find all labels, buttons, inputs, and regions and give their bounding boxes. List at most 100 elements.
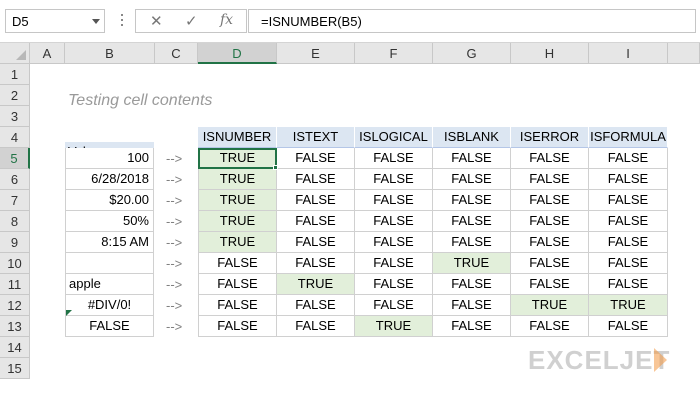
table-cell[interactable]: FALSE [355, 295, 433, 316]
table-cell[interactable]: TRUE [198, 211, 277, 232]
column-header-e[interactable]: E [277, 43, 355, 64]
row-header-1[interactable]: 1 [0, 64, 30, 85]
table-cell[interactable]: FALSE [589, 169, 668, 190]
table-cell[interactable]: FALSE [277, 211, 355, 232]
row-header-11[interactable]: 11 [0, 274, 30, 295]
table-cell[interactable]: FALSE [355, 274, 433, 295]
active-cell[interactable]: TRUE [198, 148, 277, 169]
table-cell[interactable]: FALSE [511, 169, 589, 190]
table-cell[interactable]: FALSE [355, 148, 433, 169]
column-header-f[interactable]: F [355, 43, 433, 64]
column-header-i[interactable]: I [589, 43, 668, 64]
row-header-10[interactable]: 10 [0, 253, 30, 274]
table-cell[interactable]: FALSE [511, 148, 589, 169]
table-cell[interactable]: FALSE [433, 316, 511, 337]
table-cell[interactable]: FALSE [355, 190, 433, 211]
table-header-iserror[interactable]: ISERROR [511, 127, 589, 148]
insert-function-icon[interactable]: fx [220, 12, 233, 28]
table-header-isblank[interactable]: ISBLANK [433, 127, 511, 148]
value-cell[interactable]: #DIV/0! [65, 295, 154, 316]
value-cell[interactable]: 50% [65, 211, 154, 232]
table-cell[interactable]: FALSE [277, 295, 355, 316]
table-header-isnumber[interactable]: ISNUMBER [198, 127, 277, 148]
row-header-12[interactable]: 12 [0, 295, 30, 316]
value-cell[interactable]: apple [65, 274, 154, 295]
name-box[interactable]: D5 [5, 9, 105, 33]
table-cell[interactable]: FALSE [355, 211, 433, 232]
column-header-h[interactable]: H [511, 43, 589, 64]
table-cell[interactable]: FALSE [277, 253, 355, 274]
table-cell[interactable]: TRUE [198, 232, 277, 253]
error-indicator-icon[interactable] [66, 310, 72, 316]
column-header-b[interactable]: B [65, 43, 155, 64]
value-cell[interactable]: 6/28/2018 [65, 169, 154, 190]
table-cell[interactable]: TRUE [198, 169, 277, 190]
table-cell[interactable]: FALSE [511, 190, 589, 211]
row-header-14[interactable]: 14 [0, 337, 30, 358]
table-cell[interactable]: FALSE [277, 169, 355, 190]
table-cell[interactable]: FALSE [511, 316, 589, 337]
table-cell[interactable]: FALSE [198, 253, 277, 274]
table-cell[interactable]: FALSE [589, 274, 668, 295]
enter-check-icon[interactable]: ✓ [185, 12, 198, 30]
table-cell[interactable]: FALSE [511, 253, 589, 274]
table-cell[interactable]: FALSE [511, 232, 589, 253]
table-header-islogical[interactable]: ISLOGICAL [355, 127, 433, 148]
value-cell[interactable]: FALSE [65, 316, 154, 337]
row-header-5[interactable]: 5 [0, 148, 30, 169]
table-cell[interactable]: FALSE [589, 316, 668, 337]
column-header-a[interactable]: A [30, 43, 65, 64]
row-header-2[interactable]: 2 [0, 85, 30, 106]
table-cell[interactable]: FALSE [433, 232, 511, 253]
value-cell[interactable]: 8:15 AM [65, 232, 154, 253]
table-cell[interactable]: FALSE [198, 316, 277, 337]
table-cell[interactable]: FALSE [589, 148, 668, 169]
column-header-c[interactable]: C [155, 43, 198, 64]
table-cell[interactable]: FALSE [433, 148, 511, 169]
table-cell[interactable]: FALSE [198, 295, 277, 316]
chevron-down-icon[interactable] [92, 19, 100, 24]
row-header-7[interactable]: 7 [0, 190, 30, 211]
table-cell[interactable]: FALSE [433, 274, 511, 295]
table-cell[interactable]: FALSE [511, 274, 589, 295]
table-cell[interactable]: FALSE [355, 232, 433, 253]
select-all-button[interactable] [0, 43, 30, 64]
table-cell[interactable]: FALSE [589, 253, 668, 274]
table-cell[interactable]: FALSE [277, 232, 355, 253]
table-cell[interactable]: TRUE [589, 295, 668, 316]
row-header-4[interactable]: 4 [0, 127, 30, 148]
table-cell[interactable]: TRUE [433, 253, 511, 274]
table-cell[interactable]: FALSE [589, 232, 668, 253]
table-cell[interactable]: FALSE [355, 253, 433, 274]
row-header-15[interactable]: 15 [0, 358, 30, 379]
table-cell[interactable]: FALSE [589, 211, 668, 232]
row-header-8[interactable]: 8 [0, 211, 30, 232]
value-cell[interactable] [65, 253, 154, 274]
table-cell[interactable]: FALSE [589, 190, 668, 211]
table-cell[interactable]: FALSE [433, 211, 511, 232]
column-header-d[interactable]: D [198, 43, 277, 64]
fill-handle[interactable] [273, 165, 278, 170]
row-header-6[interactable]: 6 [0, 169, 30, 190]
row-header-3[interactable]: 3 [0, 106, 30, 127]
table-cell[interactable]: FALSE [433, 169, 511, 190]
table-cell[interactable]: TRUE [511, 295, 589, 316]
table-header-isformula[interactable]: ISFORMULA [589, 127, 668, 148]
cancel-x-icon[interactable]: ✕ [150, 12, 163, 30]
value-cell[interactable]: $20.00 [65, 190, 154, 211]
formula-input[interactable]: =ISNUMBER(B5) [248, 9, 696, 33]
table-cell[interactable]: TRUE [277, 274, 355, 295]
drag-handle-icon[interactable] [121, 14, 123, 29]
column-header-g[interactable]: G [433, 43, 511, 64]
value-cell[interactable]: 100 [65, 148, 154, 169]
row-header-13[interactable]: 13 [0, 316, 30, 337]
table-header-istext[interactable]: ISTEXT [277, 127, 355, 148]
table-cell[interactable]: TRUE [198, 190, 277, 211]
table-cell[interactable]: FALSE [277, 316, 355, 337]
table-cell[interactable]: FALSE [355, 169, 433, 190]
row-header-9[interactable]: 9 [0, 232, 30, 253]
table-cell[interactable]: FALSE [277, 148, 355, 169]
table-cell[interactable]: FALSE [198, 274, 277, 295]
table-cell[interactable]: FALSE [433, 295, 511, 316]
table-cell[interactable]: TRUE [355, 316, 433, 337]
